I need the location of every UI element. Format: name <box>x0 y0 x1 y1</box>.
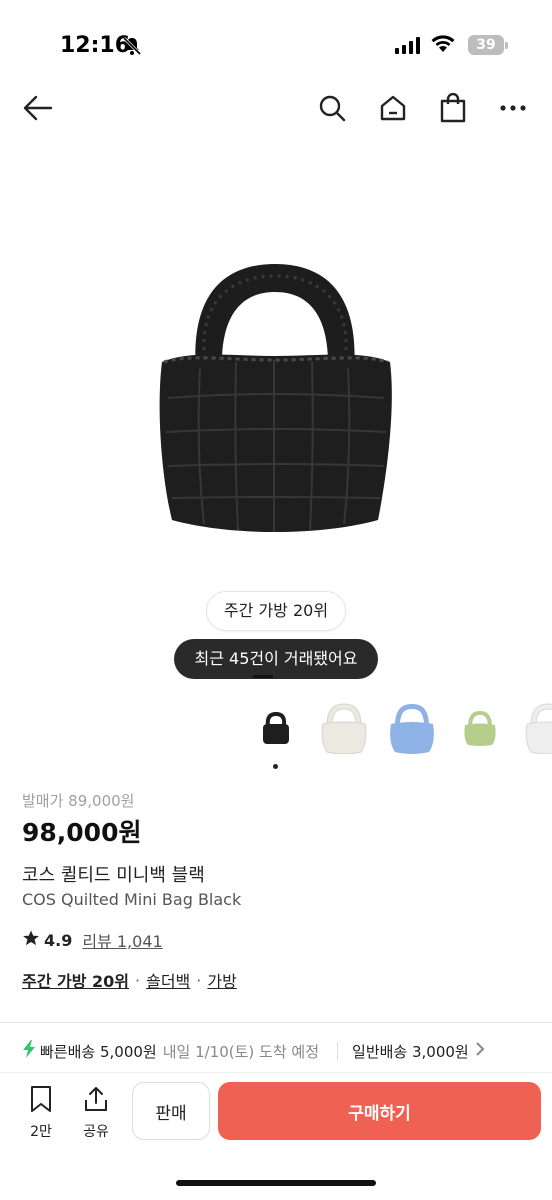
status-bar: 12:16 39 <box>0 0 552 90</box>
current-price: 98,000원 <box>22 818 142 847</box>
normal-shipping-price: 일반배송 3,000원 <box>352 1042 469 1061</box>
top-navigation <box>0 85 552 131</box>
home-icon[interactable] <box>376 91 410 125</box>
product-title-english: COS Quilted Mini Bag Black <box>22 890 242 909</box>
battery-indicator: 39 <box>468 35 508 55</box>
bookmark-icon <box>28 1086 54 1117</box>
category-links: 주간 가방 20위 · 숄더백 · 가방 <box>22 968 237 992</box>
back-arrow-icon[interactable] <box>21 91 55 125</box>
original-price: 발매가 89,000원 <box>22 792 135 810</box>
rank-badge[interactable]: 주간 가방 20위 <box>206 591 346 631</box>
star-icon <box>22 929 40 951</box>
wifi-icon <box>430 34 456 58</box>
thumbnail-cream[interactable] <box>316 700 372 756</box>
home-indicator[interactable] <box>176 1180 376 1186</box>
section-divider <box>0 1022 552 1023</box>
carousel-indicator <box>273 764 278 769</box>
thumbnail-blue[interactable] <box>384 700 440 756</box>
tooltip-pointer <box>253 675 273 678</box>
shopping-bag-icon[interactable] <box>436 91 470 125</box>
bookmark-count: 2만 <box>30 1124 52 1140</box>
category-link-shoulder-bag[interactable]: 숄더백 <box>146 968 190 992</box>
thumbnail-green[interactable] <box>452 700 508 756</box>
fast-shipping-eta: 내일 1/10(토) 도착 예정 <box>162 1042 320 1061</box>
thumbnail-carousel <box>248 700 552 764</box>
lightning-icon <box>22 1040 36 1062</box>
category-link-rank[interactable]: 주간 가방 20위 <box>22 968 129 992</box>
product-image[interactable] <box>150 250 400 540</box>
more-options-icon[interactable] <box>496 91 530 125</box>
category-link-bag[interactable]: 가방 <box>207 968 236 992</box>
thumbnail-white[interactable] <box>520 700 552 756</box>
status-time: 12:16 <box>60 33 131 58</box>
sell-button[interactable]: 판매 <box>132 1082 210 1140</box>
share-icon <box>82 1087 110 1117</box>
shipping-options[interactable]: 빠른배송 5,000원 내일 1/10(토) 도착 예정 일반배송 3,000원 <box>22 1038 552 1064</box>
fast-shipping-price: 빠른배송 5,000원 <box>40 1042 157 1061</box>
chevron-right-icon[interactable] <box>475 1041 485 1061</box>
buy-button[interactable]: 구매하기 <box>218 1082 541 1140</box>
bell-off-icon <box>122 36 142 60</box>
product-title-korean: 코스 퀼티드 미니백 블랙 <box>22 865 205 886</box>
separator-dot: · <box>135 970 141 990</box>
share-button[interactable]: 공유 <box>76 1085 116 1141</box>
trade-count-tooltip: 최근 45건이 거래됐어요 <box>174 639 378 679</box>
rating-value: 4.9 <box>44 930 73 950</box>
rating-row: 4.9 리뷰 1,041 <box>22 928 163 952</box>
review-link[interactable]: 리뷰 1,041 <box>82 928 162 952</box>
bookmark-button[interactable]: 2만 <box>21 1085 61 1141</box>
shipping-divider <box>337 1042 339 1060</box>
thumbnail-black[interactable] <box>248 700 304 756</box>
separator-dot: · <box>196 970 202 990</box>
cellular-signal-icon <box>395 36 420 54</box>
search-icon[interactable] <box>315 91 349 125</box>
share-label: 공유 <box>83 1124 109 1140</box>
